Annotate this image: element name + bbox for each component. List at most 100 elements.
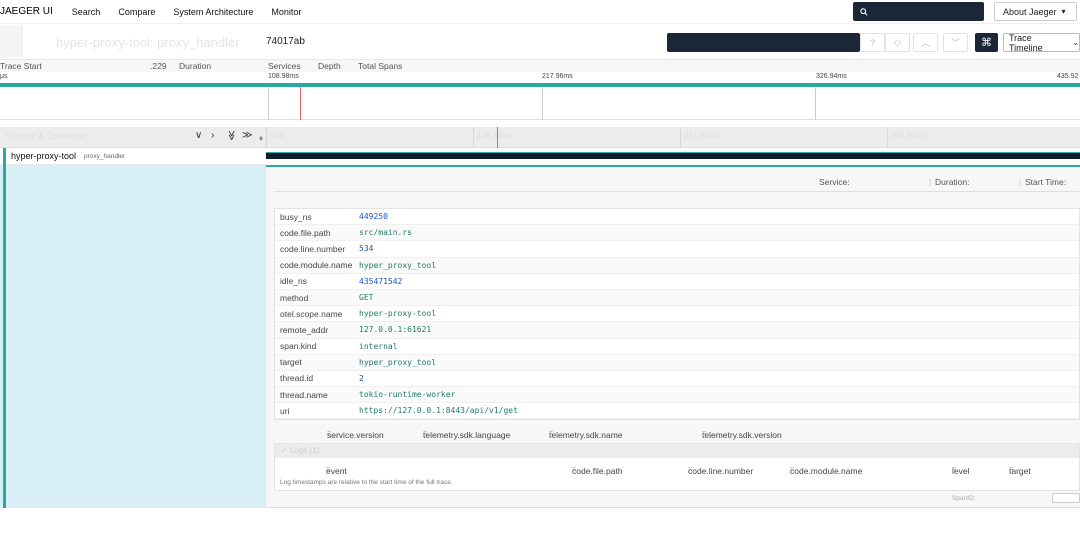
chevron-down-icon: ▾	[1061, 7, 1066, 16]
tag-value: 2	[359, 373, 364, 383]
tag-row[interactable]: thread.id 2	[275, 370, 1079, 388]
span-row[interactable]: hyper-proxy-tool proxy_handler	[0, 148, 266, 165]
start-time-meta-label: Start Time:	[1025, 177, 1067, 187]
tag-value: internal	[359, 341, 398, 351]
tag-key: busy_ns	[280, 211, 312, 222]
header-gridline	[473, 127, 474, 148]
help-icon[interactable]: ?	[860, 33, 885, 52]
minimap-cursor	[300, 87, 301, 120]
tag-row[interactable]: otel.scope.name hyper-proxy-tool	[275, 306, 1079, 323]
duration-meta-label: Duration:	[935, 177, 970, 187]
tag-row[interactable]: remote_addr 127.0.0.1:61621	[275, 322, 1079, 339]
span-service-name: hyper-proxy-tool	[11, 151, 77, 161]
log-fields: event = code.file.path = code.line.numbe…	[326, 466, 1031, 476]
logs-section: ✓ Logs (1) event = code.file.path = code…	[274, 443, 1080, 491]
tag-row[interactable]: code.file.path src/main.rs	[275, 225, 1079, 242]
ruler-tick: μs	[0, 73, 8, 80]
tag-key: method	[280, 292, 309, 303]
tag-row[interactable]: code.module.name hyper_proxy_tool	[275, 257, 1079, 274]
header-gridline	[680, 127, 681, 148]
ruler-tick: 108.98ms	[268, 73, 299, 80]
about-jaeger-menu[interactable]: About Jaeger ▾	[994, 2, 1077, 21]
collapse-toggle[interactable]	[0, 25, 23, 58]
tag-value: 534	[359, 244, 374, 254]
span-operation-name: proxy_handler	[84, 153, 126, 160]
nav-search[interactable]: Search	[72, 7, 101, 17]
tag-value: https://127.0.0.1:8443/api/v1/get	[359, 406, 518, 416]
search-icon	[860, 7, 868, 16]
duration-label: Duration	[179, 61, 212, 71]
next-result-button[interactable]: ﹀	[943, 33, 968, 52]
brand-logo[interactable]: JAEGER UI	[0, 6, 53, 17]
tag-value: 127.0.0.1:61621	[359, 325, 432, 335]
expand-all-button[interactable]: ≫	[226, 130, 237, 140]
span-duration-bar	[266, 153, 1080, 159]
span-color-accent	[3, 165, 6, 508]
trace-start-label: Trace Start	[0, 61, 42, 71]
service-operation-header: Service & Operation	[6, 131, 87, 141]
header-gridline	[266, 127, 267, 148]
header-tick: 108.98ms	[477, 131, 513, 140]
tag-row[interactable]: busy_ns 449250	[275, 209, 1079, 226]
copy-span-id-button[interactable]	[1052, 493, 1080, 503]
trace-id-search-input[interactable]	[853, 2, 984, 21]
ruler-tick: 326.94ms	[816, 73, 847, 80]
nav-monitor[interactable]: Monitor	[271, 7, 301, 17]
tag-value: 435471542	[359, 276, 403, 286]
meta-separator: |	[1019, 177, 1022, 187]
tag-row[interactable]: thread.name tokio-runtime-worker	[275, 387, 1079, 404]
trace-id: 74017ab	[266, 36, 305, 47]
tag-value: 449250	[359, 212, 388, 222]
logs-header[interactable]: ✓ Logs (1)	[275, 444, 1079, 458]
header-tick: 0μs	[270, 131, 284, 140]
span-id-label: SpanID:	[952, 495, 976, 502]
nav-compare[interactable]: Compare	[118, 7, 155, 17]
locate-icon[interactable]: ◇	[885, 33, 910, 52]
tag-value: src/main.rs	[359, 228, 412, 238]
column-resize-handle[interactable]: ⏸	[259, 134, 263, 144]
logs-note: Log timestamps are relative to the start…	[280, 479, 453, 486]
collapse-all-button[interactable]: ≫	[242, 130, 252, 141]
tag-value: hyper_proxy_tool	[359, 260, 437, 270]
tag-key: span.kind	[280, 341, 317, 352]
view-select[interactable]: Trace Timeline ⌄	[1003, 32, 1080, 53]
trace-title: hyper-proxy-tool: proxy_handler	[56, 35, 240, 50]
tag-row[interactable]: code.line.number 534	[275, 241, 1079, 258]
span-bar-row[interactable]	[266, 148, 1080, 165]
trace-minimap[interactable]	[0, 87, 1080, 120]
collapse-one-button[interactable]: ∨	[195, 130, 202, 141]
span-detail: Service: | Duration: | Start Time: busy_…	[266, 167, 1080, 508]
services-label: Services	[268, 61, 301, 71]
tag-key: remote_addr	[280, 324, 329, 335]
find-in-trace-input[interactable]	[667, 33, 860, 52]
depth-label: Depth	[318, 61, 341, 71]
span-color-accent	[3, 148, 6, 165]
tag-row[interactable]: span.kind internal	[275, 338, 1079, 355]
tag-key: otel.scope.name	[280, 308, 343, 319]
header-gridline	[887, 127, 888, 148]
logs-title: Logs (1)	[289, 446, 320, 455]
minimap-gridline	[268, 87, 269, 120]
nav-system-architecture[interactable]: System Architecture	[173, 7, 253, 17]
span-table-header: Service & Operation ∨ › ≫ ≫ ⏸ 0μs 108.98…	[0, 127, 1080, 148]
keyboard-shortcuts-button[interactable]: ⌘	[975, 33, 998, 52]
tag-value: tokio-runtime-worker	[359, 390, 456, 400]
tag-row[interactable]: uri https://127.0.0.1:8443/api/v1/get	[275, 403, 1079, 420]
tags-table: busy_ns 449250 code.file.path src/main.rs co…	[274, 208, 1080, 421]
tag-key: thread.id	[280, 373, 314, 384]
tag-row[interactable]: idle_ns 435471542	[275, 273, 1079, 290]
tag-value: hyper-proxy-tool	[359, 309, 437, 319]
expand-one-button[interactable]: ›	[211, 130, 214, 141]
tag-row[interactable]: method GET	[275, 289, 1079, 307]
trace-header: hyper-proxy-tool: proxy_handler 74017ab …	[0, 25, 1080, 59]
tag-row[interactable]: target hyper_proxy_tool	[275, 354, 1079, 371]
tag-key: idle_ns	[280, 276, 307, 287]
prev-result-button[interactable]: ︿	[913, 33, 938, 52]
ruler-tick: 217.96ms	[542, 73, 573, 80]
about-label: About Jaeger	[1003, 6, 1057, 17]
trace-start-value: .229	[150, 61, 167, 71]
span-detail-gutter	[0, 165, 266, 508]
tag-key: code.module.name	[280, 260, 353, 271]
tag-key: thread.name	[280, 389, 328, 400]
view-label: Trace Timeline	[1009, 32, 1043, 53]
